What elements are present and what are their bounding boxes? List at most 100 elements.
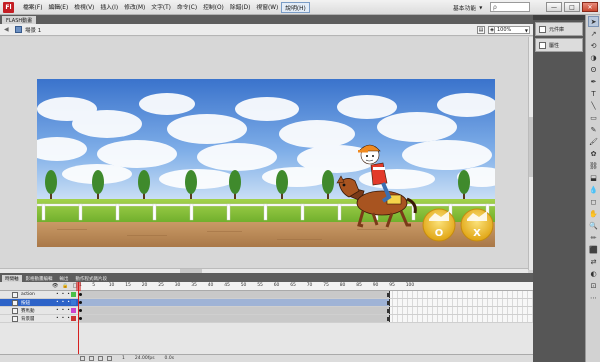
library-icon [539,25,546,33]
maximize-button[interactable]: □ [564,2,580,12]
menu-item[interactable]: 檢視(V) [71,2,97,13]
library-panel-button[interactable]: 元件庫 [535,22,583,36]
menu-item[interactable]: 視窗(W) [253,2,281,13]
frame-row[interactable] [78,299,533,307]
options-icon[interactable]: ⋯ [588,292,599,303]
line-tool-icon[interactable]: ╲ [588,100,599,111]
hand-tool-icon[interactable]: ✋ [588,208,599,219]
properties-panel-button[interactable]: 屬性 [535,38,583,52]
frame-span[interactable] [78,299,390,306]
ruler-tick-label: 25 [158,283,164,288]
layer-row[interactable]: 賽馬動 ••• [0,307,78,315]
lasso-icon[interactable]: ʘ [588,64,599,75]
layer-icon [12,291,18,298]
end-frame[interactable] [387,301,389,305]
keyframe[interactable] [79,317,82,320]
end-frame[interactable] [387,293,389,297]
end-frame[interactable] [387,317,389,321]
o-button[interactable]: O [422,208,456,242]
zoom-select[interactable]: 100% ▼ [494,26,530,34]
deco-tool-icon[interactable]: ✿ [588,148,599,159]
eraser-icon[interactable]: ◻ [588,196,599,207]
bottom-tab[interactable]: 影格動畫編輯 [23,275,56,282]
eyedropper-icon[interactable]: 💧 [588,184,599,195]
bottom-tab[interactable]: 時間軸 [2,275,22,282]
ruler-tick-label: 90 [372,283,379,288]
3d-rotation-icon[interactable]: ◑ [588,52,599,63]
selection-tool-icon[interactable]: ➤ [588,16,599,27]
layer-color-swatch[interactable] [71,308,76,313]
workspace-switcher[interactable]: 基本功能 ▼ [453,2,482,13]
bone-tool-icon[interactable]: ⛓ [588,160,599,171]
menu-item[interactable]: 修改(M) [121,2,148,13]
fill-color-icon[interactable]: ⬛ [588,244,599,255]
frame-row[interactable] [78,307,533,315]
edit-scene-icon[interactable]: ▤ [477,26,485,34]
stage[interactable]: O X [37,79,495,247]
ruler-tick-label: 75 [323,283,329,288]
menu-item[interactable]: 編輯(E) [45,2,71,13]
black-white-icon[interactable]: ◐ [588,268,599,279]
x-button[interactable]: X [460,208,494,242]
window-controls: — □ ✕ [546,2,598,12]
lock-icon[interactable]: 🔒 [62,283,68,289]
minimize-button[interactable]: — [546,2,562,12]
playhead[interactable] [78,282,79,362]
zoom-tool-icon[interactable]: 🔍 [588,220,599,231]
snap-icon[interactable]: ⊡ [588,280,599,291]
center-frame-icon[interactable] [80,356,85,361]
menu-item[interactable]: 檔案(F) [20,2,45,13]
brush-tool-icon[interactable]: 🖌 [588,136,599,147]
layer-color-swatch[interactable] [71,300,76,305]
layer-header-icons: 👁 🔒 □ [52,283,77,289]
bottom-tab[interactable]: 動作程式碼片段 [73,275,111,282]
paint-bucket-icon[interactable]: ⬓ [588,172,599,183]
onion-skin-icon[interactable] [89,356,94,361]
frame-row[interactable] [78,315,533,323]
menu-item[interactable]: 插入(I) [97,2,121,13]
keyframe[interactable] [79,309,82,312]
menu-item[interactable]: 除錯(D) [227,2,254,13]
pencil-tool-icon[interactable]: ✎ [588,124,599,135]
bottom-tab[interactable]: 輸出 [57,275,72,282]
stroke-color-icon[interactable]: ✏ [588,232,599,243]
frame-ruler[interactable]: 1510152025303540455055606570758085909510… [78,282,533,291]
swap-colors-icon[interactable]: ⇄ [588,256,599,267]
scene-label[interactable]: 場景 1 [25,26,41,34]
flash-app-window: Fl 檔案(F) 編輯(E) 檢視(V) 插入(I) 修改(M) 文字(T) 命令(C) 控制… [0,0,600,362]
document-tab[interactable]: FLASH動畫 [2,16,37,24]
layer-color-swatch[interactable] [71,292,76,297]
subselect-tool-icon[interactable]: ↗ [588,28,599,39]
onion-outline-icon[interactable] [98,356,103,361]
eye-icon[interactable]: 👁 [52,283,58,289]
layer-row[interactable]: 按鈕 ••• [0,299,78,307]
frame-span[interactable] [78,315,390,322]
properties-icon [539,41,546,49]
layer-row[interactable]: action ••• [0,291,78,299]
edit-multiple-frames-icon[interactable] [107,356,112,361]
end-frame[interactable] [387,309,389,313]
close-button[interactable]: ✕ [582,2,598,12]
rectangle-tool-icon[interactable]: ▭ [588,112,599,123]
free-transform-icon[interactable]: ⟲ [588,40,599,51]
keyframe[interactable] [79,301,82,304]
menu-item[interactable]: 命令(C) [174,2,200,13]
frame-grid[interactable] [78,291,533,323]
frame-span[interactable] [78,307,390,314]
timeline-panel: 👁 🔒 □ 1510152025303540455055606570758085… [0,282,533,362]
menu-item[interactable]: 控制(O) [200,2,227,13]
frame-span[interactable] [78,291,390,298]
layer-header: 👁 🔒 □ [0,282,78,291]
pen-tool-icon[interactable]: ✒ [588,76,599,87]
back-arrow-icon[interactable]: ◀ [4,26,12,34]
keyframe[interactable] [79,293,82,296]
frame-row[interactable] [78,291,533,299]
help-search-input[interactable]: ρ [490,2,530,12]
panel-strip-header[interactable] [533,15,585,20]
layer-row[interactable]: 背景層 ••• [0,315,78,323]
ruler-tick-label: 60 [273,283,280,288]
text-tool-icon[interactable]: T [588,88,599,99]
menu-item[interactable]: 文字(T) [148,2,174,13]
menu-item[interactable]: 說明(H) [281,1,310,13]
layer-color-swatch[interactable] [71,316,76,321]
